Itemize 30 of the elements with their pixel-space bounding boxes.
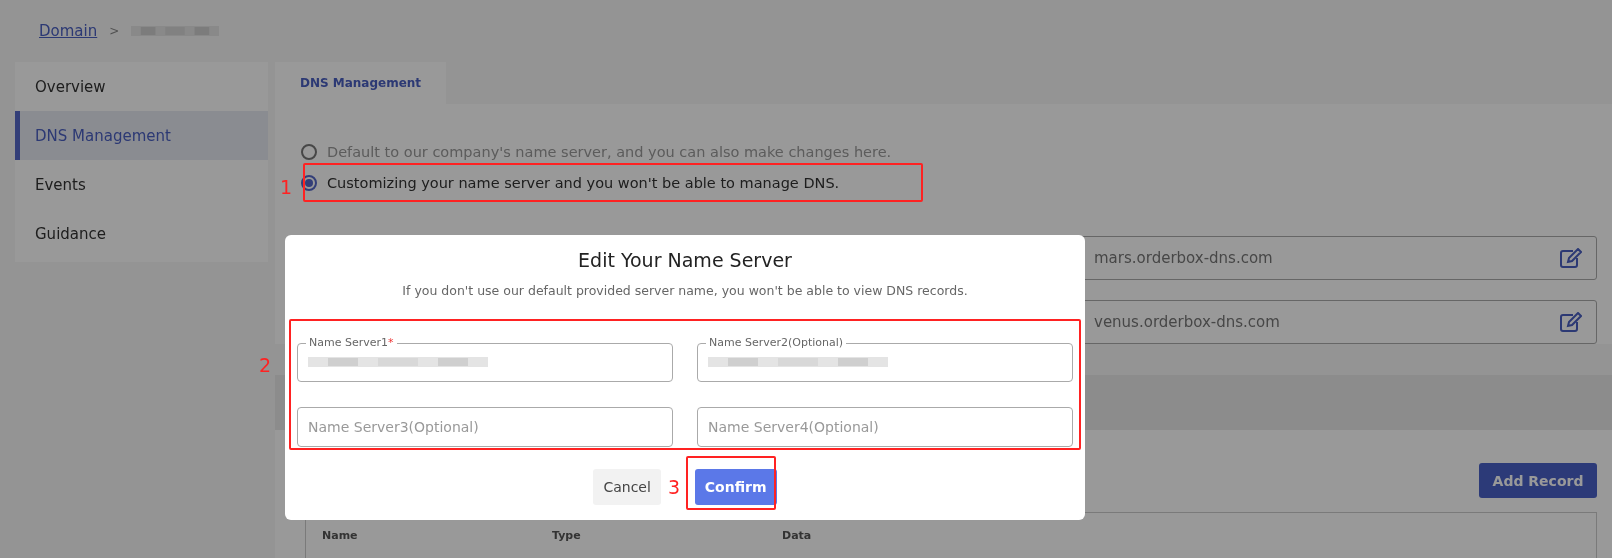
sidebar-item[interactable]: Guidance xyxy=(15,209,268,258)
column-header: Type xyxy=(552,529,582,544)
sidebar-item[interactable]: Overview xyxy=(15,62,268,111)
sidebar-item[interactable]: DNS Management xyxy=(15,111,268,160)
radio-label: Default to our company's name server, and you can also make changes here. xyxy=(327,143,892,160)
column-header: Data xyxy=(782,529,813,544)
confirm-button[interactable]: Confirm xyxy=(694,469,777,505)
annotation-number: 3 xyxy=(668,476,681,498)
dialog-subtitle: If you don't use our default provided server name, you won't be able to view DNS records. xyxy=(402,283,968,298)
name-server-field[interactable]: Name Server3(Optional) xyxy=(297,407,673,447)
field-label: Name Server2(Optional) xyxy=(708,336,845,350)
radio-button[interactable] xyxy=(301,174,317,191)
cancel-button[interactable]: Cancel xyxy=(593,469,661,505)
radio-button[interactable] xyxy=(301,143,317,160)
name-server-field[interactable]: Name Server4(Optional) xyxy=(697,407,1073,447)
breadcrumb-separator: > xyxy=(109,24,120,38)
column-header: Name xyxy=(322,529,359,544)
add-record-button[interactable]: Add Record xyxy=(1479,463,1597,498)
sidebar-item[interactable]: Events xyxy=(15,160,268,209)
breadcrumb-link[interactable]: Domain xyxy=(39,22,98,40)
annotation-number: 2 xyxy=(259,354,272,376)
radio-label: Customizing your name server and you won't be able to manage DNS. xyxy=(327,174,840,191)
name-server-field[interactable]: Name Server1* xyxy=(297,336,673,382)
edit-icon[interactable] xyxy=(1560,312,1582,332)
edit-icon[interactable] xyxy=(1560,248,1582,268)
name-server-field[interactable]: Name Server2(Optional) xyxy=(697,336,1073,382)
annotation-number: 1 xyxy=(280,176,293,198)
field-label: Name Server1* xyxy=(308,336,395,350)
tab[interactable]: DNS Management xyxy=(275,62,446,104)
dialog-title: Edit Your Name Server xyxy=(578,249,792,271)
